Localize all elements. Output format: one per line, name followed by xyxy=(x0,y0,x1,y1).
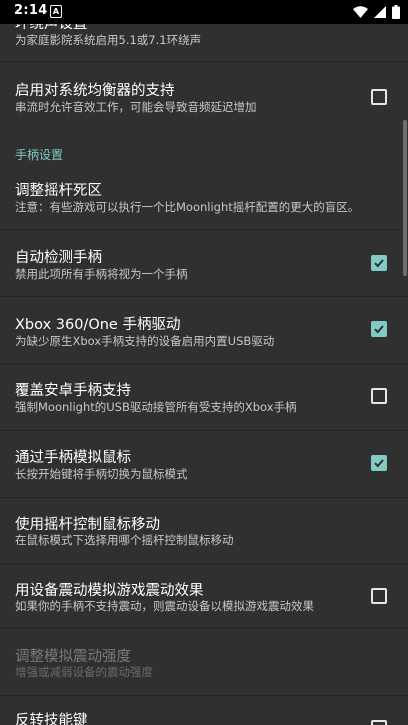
pref-summary: 禁用此项所有手柄将视为一个手柄 xyxy=(15,267,188,281)
check-icon xyxy=(374,459,384,468)
pref-title: 调整模拟震动强度 xyxy=(15,649,131,665)
settings-screen: 2:14 A 环绕声设置 为家庭影院系统启用5.1或7.1环绕声 启用对系统均衡… xyxy=(0,0,408,725)
pref-rumble-emulation[interactable]: 用设备震动模拟游戏震动效果 如果你的手柄不支持震动，则震动设备以模拟游戏震动效果 xyxy=(0,565,408,628)
pref-title: 使用摇杆控制鼠标移动 xyxy=(15,517,160,533)
pref-summary: 为缺少原生Xbox手柄支持的设备启用内置USB驱动 xyxy=(15,334,275,348)
pref-title: 启用对系统均衡器的支持 xyxy=(15,83,175,99)
xbox-driver-checkbox[interactable] xyxy=(371,321,387,337)
override-android-checkbox[interactable] xyxy=(371,388,387,404)
pref-override-android-gamepad[interactable]: 覆盖安卓手柄支持 强制Moonlight的USB驱动接管所有受支持的Xbox手柄 xyxy=(0,364,408,430)
pref-title: 反转技能键 xyxy=(15,713,88,725)
system-equalizer-checkbox[interactable] xyxy=(371,89,387,105)
pref-title: 覆盖安卓手柄支持 xyxy=(15,383,131,399)
pref-summary: 串流时允许音效工作，可能会导致音频延迟增加 xyxy=(15,100,257,114)
pref-summary: 在鼠标模式下选择用哪个摇杆控制鼠标移动 xyxy=(15,533,234,547)
status-bar: 2:14 A xyxy=(0,0,408,24)
flip-face-checkbox[interactable] xyxy=(371,720,387,725)
pref-flip-face-buttons[interactable]: 反转技能键 xyxy=(0,696,408,725)
battery-icon xyxy=(392,5,400,19)
pref-stick-deadzone[interactable]: 调整摇杆死区 注意：有些游戏可以执行一个比Moonlight摇杆配置的更大的盲区… xyxy=(0,163,408,229)
pref-xbox-driver[interactable]: Xbox 360/One 手柄驱动 为缺少原生Xbox手柄支持的设备启用内置US… xyxy=(0,297,408,363)
pref-summary: 长按开始键将手柄切换为鼠标模式 xyxy=(15,467,188,481)
pref-system-equalizer[interactable]: 启用对系统均衡器的支持 串流时允许音效工作，可能会导致音频延迟增加 xyxy=(0,62,408,128)
preferences-list[interactable]: 环绕声设置 为家庭影院系统启用5.1或7.1环绕声 启用对系统均衡器的支持 串流… xyxy=(0,0,408,725)
scrollbar[interactable] xyxy=(403,120,407,276)
pref-stick-mouse-control[interactable]: 使用摇杆控制鼠标移动 在鼠标模式下选择用哪个摇杆控制鼠标移动 xyxy=(0,498,408,564)
pref-title: 自动检测手柄 xyxy=(15,250,102,266)
pref-auto-detect-gamepads[interactable]: 自动检测手柄 禁用此项所有手柄将视为一个手柄 xyxy=(0,230,408,296)
category-gamepad-settings: 手柄设置 xyxy=(15,148,64,162)
notification-icon: A xyxy=(50,5,62,18)
status-icons xyxy=(353,4,400,20)
check-icon xyxy=(374,259,384,268)
pref-summary: 强制Moonlight的USB驱动接管所有受支持的Xbox手柄 xyxy=(15,400,297,414)
pref-mouse-emulation[interactable]: 通过手柄模拟鼠标 长按开始键将手柄切换为鼠标模式 xyxy=(0,431,408,497)
auto-detect-checkbox[interactable] xyxy=(371,255,387,271)
pref-title: 通过手柄模拟鼠标 xyxy=(15,450,131,466)
pref-summary: 注意：有些游戏可以执行一个比Moonlight摇杆配置的更大的盲区。 xyxy=(15,200,360,214)
rumble-emulation-checkbox[interactable] xyxy=(371,588,387,604)
check-icon xyxy=(374,325,384,334)
cell-signal-icon xyxy=(374,6,386,18)
mouse-emulation-checkbox[interactable] xyxy=(371,455,387,471)
pref-title: 用设备震动模拟游戏震动效果 xyxy=(15,583,204,599)
wifi-icon xyxy=(353,6,368,18)
status-time: 2:14 xyxy=(14,3,48,18)
pref-summary: 如果你的手柄不支持震动，则震动设备以模拟游戏震动效果 xyxy=(15,599,314,613)
pref-title: 调整摇杆死区 xyxy=(15,183,102,199)
pref-summary: 增强或减弱设备的震动强度 xyxy=(15,665,153,679)
pref-rumble-strength: 调整模拟震动强度 增强或减弱设备的震动强度 xyxy=(0,629,408,695)
pref-summary: 为家庭影院系统启用5.1或7.1环绕声 xyxy=(15,33,202,47)
pref-title: Xbox 360/One 手柄驱动 xyxy=(15,317,181,333)
